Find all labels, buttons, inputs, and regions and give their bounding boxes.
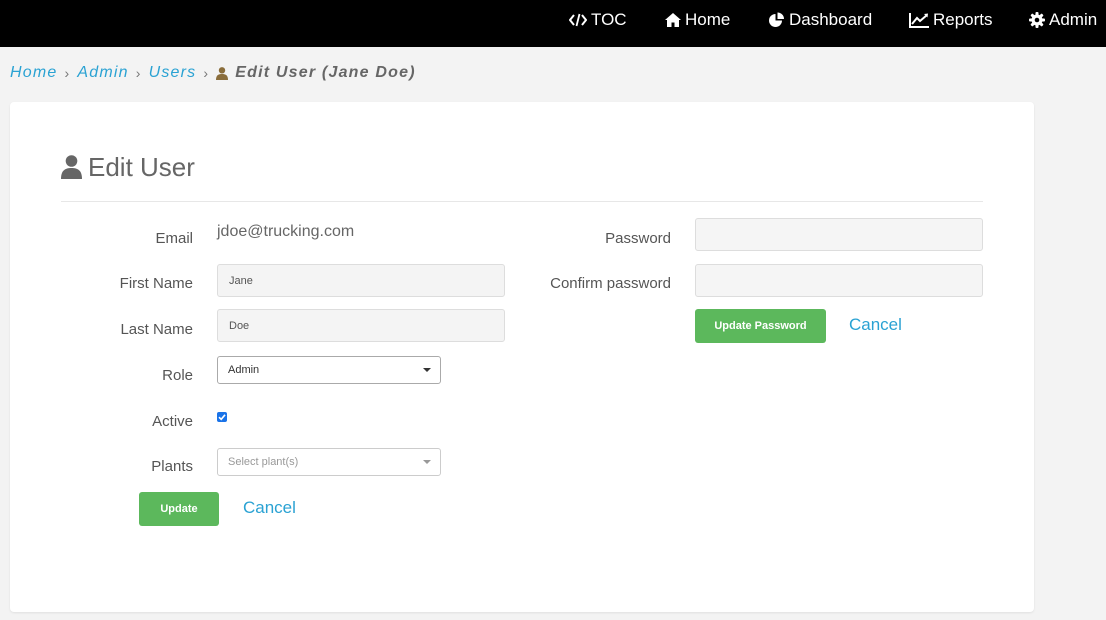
pie-chart-icon <box>769 12 784 27</box>
nav-item-home[interactable]: Home <box>665 10 730 30</box>
update-password-button[interactable]: Update Password <box>695 309 826 343</box>
chevron-right-icon: › <box>135 65 142 81</box>
breadcrumb-home[interactable]: Home <box>10 64 57 82</box>
role-select-value: Admin <box>228 364 260 376</box>
caret-down-icon <box>423 460 431 464</box>
page-title: Edit User <box>61 151 195 183</box>
nav-item-label: Home <box>685 10 731 29</box>
nav-item-admin[interactable]: Admin <box>1029 10 1097 30</box>
home-icon <box>665 13 681 27</box>
user-icon <box>216 66 229 80</box>
cancel-password-link[interactable]: Cancel <box>849 315 902 335</box>
title-divider <box>61 201 983 202</box>
nav-item-label: Dashboard <box>789 10 873 29</box>
active-label: Active <box>152 413 193 430</box>
plants-placeholder: Select plant(s) <box>228 456 299 468</box>
update-button[interactable]: Update <box>139 492 219 526</box>
last-name-label: Last Name <box>120 321 193 338</box>
breadcrumb-users[interactable]: Users <box>149 64 197 82</box>
breadcrumb: Home › Admin › Users › Edit User (Jane D… <box>10 63 416 83</box>
caret-down-icon <box>423 368 431 372</box>
password-input[interactable] <box>695 218 983 251</box>
first-name-input[interactable] <box>217 264 505 297</box>
page-title-label: Edit User <box>88 151 195 182</box>
confirm-password-label: Confirm password <box>550 275 671 292</box>
first-name-label: First Name <box>119 275 193 292</box>
nav-item-label: TOC <box>591 10 627 29</box>
password-label: Password <box>605 230 671 247</box>
last-name-input[interactable] <box>217 309 505 342</box>
email-label: Email <box>155 230 193 247</box>
nav-item-toc[interactable]: TOC <box>569 10 627 30</box>
plants-multiselect[interactable]: Select plant(s) <box>217 448 441 476</box>
email-value: jdoe@trucking.com <box>217 223 355 240</box>
confirm-password-input[interactable] <box>695 264 983 297</box>
active-checkbox[interactable] <box>217 412 227 422</box>
breadcrumb-current-label: Edit User (Jane Doe) <box>235 64 416 81</box>
nav-item-label: Reports <box>933 10 993 29</box>
plants-label: Plants <box>151 458 193 475</box>
nav-item-reports[interactable]: Reports <box>909 10 993 30</box>
gear-icon <box>1029 12 1045 28</box>
chevron-right-icon: › <box>203 65 210 81</box>
cancel-link[interactable]: Cancel <box>243 498 296 518</box>
code-icon <box>569 13 587 27</box>
breadcrumb-admin[interactable]: Admin <box>77 64 128 82</box>
breadcrumb-current: Edit User (Jane Doe) <box>216 64 415 82</box>
top-navbar: TOC Home Dashboard Reports Admin <box>0 0 1106 47</box>
user-icon <box>61 155 82 179</box>
role-label: Role <box>162 367 193 384</box>
chevron-right-icon: › <box>64 65 71 81</box>
nav-item-dashboard[interactable]: Dashboard <box>768 10 872 30</box>
nav-item-label: Admin <box>1049 10 1098 29</box>
line-chart-icon <box>909 12 929 28</box>
edit-user-card: Edit User Email jdoe@trucking.com First … <box>10 102 1034 612</box>
checkmark-icon <box>218 414 226 421</box>
role-select[interactable]: Admin <box>217 356 441 384</box>
